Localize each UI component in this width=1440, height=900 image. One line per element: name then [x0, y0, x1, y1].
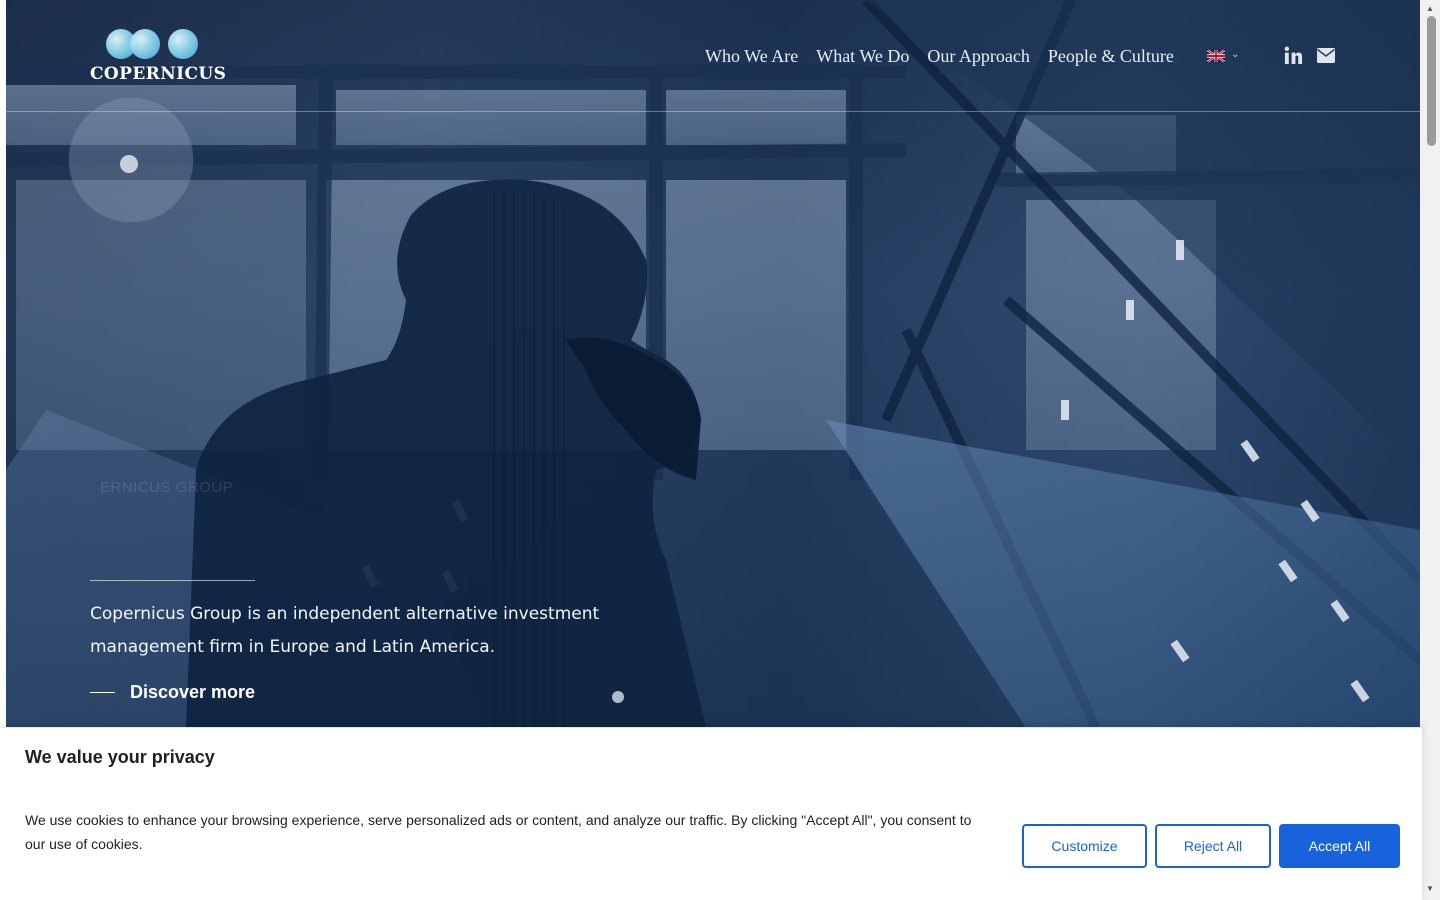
scroll-up-arrow-icon[interactable]: ▲ — [1426, 4, 1434, 13]
discover-more-link[interactable]: Discover more — [90, 680, 255, 704]
header-divider — [6, 111, 1420, 112]
scrollbar-thumb[interactable] — [1427, 16, 1436, 146]
cookie-banner-text: We use cookies to enhance your browsing … — [25, 812, 972, 852]
main-navigation: Who We Are What We Do Our Approach Peopl… — [696, 44, 1183, 68]
cookie-consent-banner: We value your privacy We use cookies to … — [0, 727, 1422, 900]
reject-all-button[interactable]: Reject All — [1155, 824, 1271, 868]
customize-button[interactable]: Customize — [1022, 824, 1147, 868]
logo-circles-icon — [104, 28, 204, 60]
hero-divider — [90, 580, 255, 581]
hero-eyebrow: ERNICUS GROUP — [100, 479, 234, 496]
nav-item-people-culture[interactable]: People & Culture — [1048, 46, 1174, 67]
nav-item-who-we-are[interactable]: Who We Are — [705, 46, 798, 67]
hero-tagline: Copernicus Group is an independent alter… — [90, 604, 600, 657]
cookie-banner-title: We value your privacy — [25, 747, 215, 767]
linkedin-icon[interactable] — [1284, 46, 1303, 70]
accept-all-button[interactable]: Accept All — [1279, 824, 1400, 868]
chevron-down-icon: ⌄ — [1231, 49, 1240, 60]
scroll-down-arrow-icon[interactable]: ▼ — [1426, 884, 1434, 893]
copernicus-logo[interactable]: COPERNICUS — [84, 28, 227, 88]
logo-wordmark: COPERNICUS — [90, 64, 227, 84]
uk-flag-icon — [1207, 50, 1225, 62]
nav-item-what-we-do[interactable]: What We Do — [816, 46, 909, 67]
nav-item-our-approach[interactable]: Our Approach — [927, 46, 1029, 67]
dash-decoration — [90, 691, 115, 693]
discover-more-label: Discover more — [130, 681, 256, 702]
envelope-icon[interactable] — [1317, 48, 1335, 68]
language-selector[interactable]: ⌄ — [1207, 49, 1243, 63]
